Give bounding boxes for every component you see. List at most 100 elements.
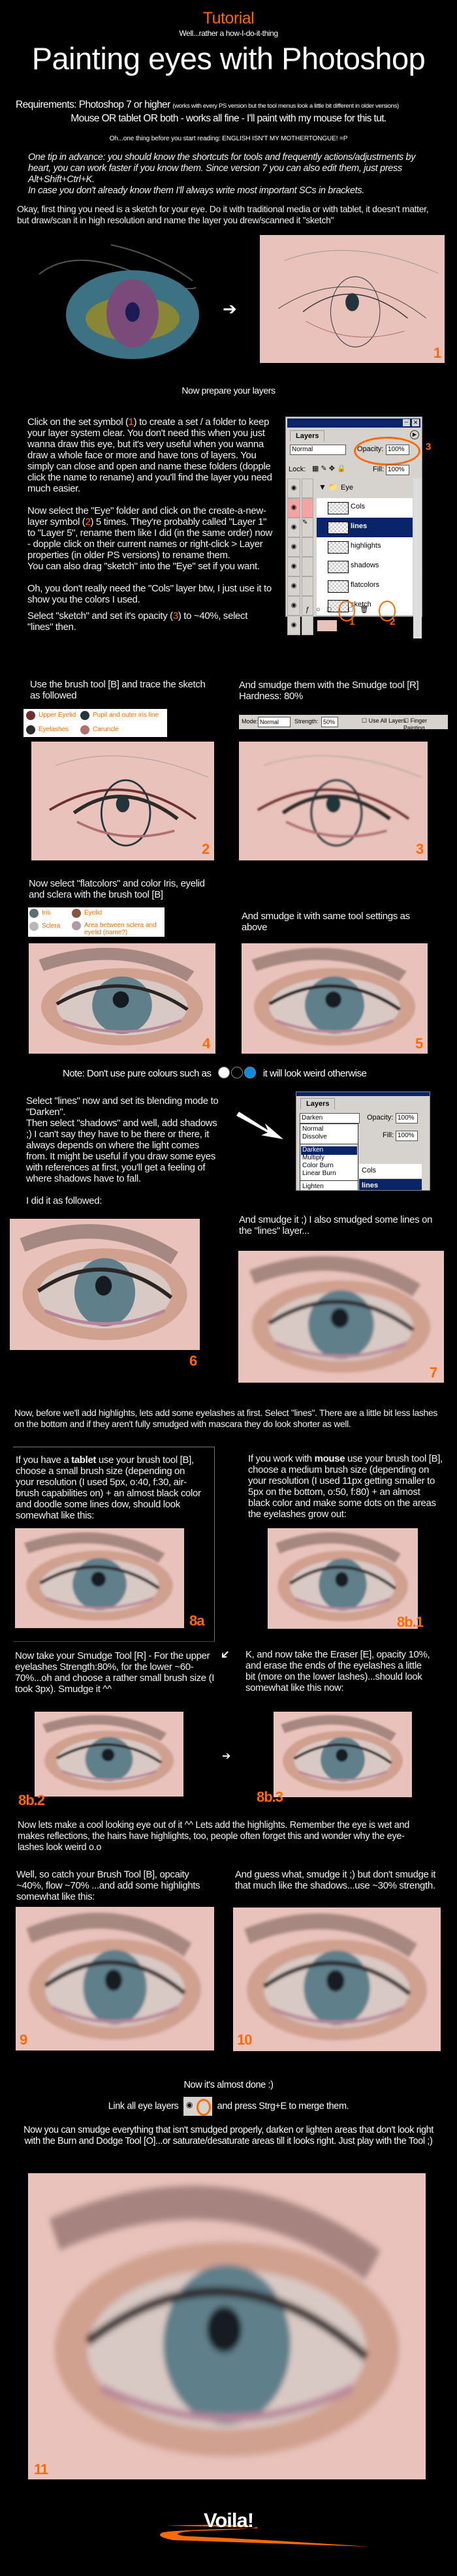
layer-name: lines <box>362 1182 379 1189</box>
layer-item[interactable]: lines <box>317 518 413 538</box>
arrow-right-icon: ➔ <box>223 299 237 319</box>
color-palette-lines: Upper Eyelid Pupil and outer iris line Eye… <box>24 709 167 737</box>
step-label: 8b.2 <box>18 1792 45 1808</box>
layer-name: Cols <box>362 1167 377 1174</box>
callout-3: 3 <box>426 441 432 452</box>
link-slot[interactable] <box>302 576 313 596</box>
step-label: 2 <box>202 841 210 857</box>
link-slot[interactable] <box>302 537 313 557</box>
layers-scrollbar[interactable] <box>413 479 422 638</box>
layer-item[interactable]: shadows <box>317 557 413 577</box>
color-swatch <box>72 909 81 918</box>
lock-icons[interactable]: ▦ ✎ ✥ 🔒 <box>312 464 346 473</box>
tutorial-tag: Tutorial <box>202 9 255 27</box>
blend-row-cols[interactable]: Cols <box>359 1164 422 1178</box>
opacity-callout-ring <box>354 437 420 465</box>
color-swatch <box>26 711 35 720</box>
layer-thumbnail <box>328 541 349 554</box>
layer-name: background <box>339 621 377 629</box>
fill-label: Fill: <box>373 465 385 473</box>
visibility-eye-icon[interactable]: ◉ <box>287 596 300 616</box>
sketch-image <box>260 235 445 363</box>
link-slot[interactable] <box>302 479 313 498</box>
visibility-eye-icon[interactable]: ◉ <box>287 557 300 576</box>
step-label: 5 <box>415 1035 423 1052</box>
eye-painting <box>26 1912 201 2040</box>
text: Select "lines" now and set its blending … <box>26 1095 219 1118</box>
layer-row-shadows[interactable]: ◉ shadows <box>286 557 422 577</box>
lock-label: Lock: <box>289 465 306 473</box>
callout-1: 1 <box>349 616 355 627</box>
note-text: Note: Don't use pure colours such as <box>63 1067 212 1079</box>
eraser-instruction: K, and now take the Eraser [E], opacity … <box>245 1649 430 1693</box>
link-slot[interactable] <box>302 557 313 576</box>
use-all-layers-checkbox[interactable]: ☐ Use All Layers <box>362 717 406 725</box>
link-instruction: Link all eye layers ◉ and press Strg+E t… <box>0 2097 457 2116</box>
link-slot[interactable] <box>302 616 313 635</box>
visibility-eye-icon[interactable]: ◉ <box>287 518 300 537</box>
layer-folder-eye[interactable]: ◉ ▼ 📁 Eye <box>286 479 413 498</box>
layer-item[interactable]: flatcolors <box>317 576 413 597</box>
voila-heading: Voila! <box>203 2509 254 2532</box>
strength-input[interactable]: 50% <box>321 717 338 727</box>
layer-name: flatcolors <box>351 581 380 589</box>
fill-input[interactable]: 100% <box>396 1131 418 1141</box>
tab-layers[interactable]: Layers <box>290 430 325 441</box>
visibility-eye-icon[interactable]: ◉ <box>287 616 300 635</box>
text: If you have a <box>16 1454 72 1466</box>
blend-mode-select[interactable]: Darken <box>300 1113 360 1123</box>
fill-label: Fill: <box>383 1131 394 1139</box>
visibility-eye-icon[interactable]: ◉ <box>287 537 300 557</box>
layer-row-highlights[interactable]: ◉ highlights <box>286 537 422 558</box>
dropdown-option[interactable]: Dissolve <box>301 1133 357 1142</box>
text: Oh, you don't really need the "Cols" lay… <box>27 583 272 605</box>
step-label: 4 <box>202 1035 210 1052</box>
layer-item[interactable]: highlights <box>317 537 413 558</box>
layer-item[interactable]: Cols <box>317 498 413 518</box>
dropdown-option[interactable]: Linear Burn <box>301 1170 357 1178</box>
layer-row-Cols[interactable]: ◉ Cols <box>286 498 422 518</box>
requirements-note: (works with every PS version but the too… <box>172 102 399 110</box>
background-thumb <box>317 620 338 632</box>
panel-titlebar <box>296 1092 430 1096</box>
layers-panel: – ✕ Layers ▶ Normal Opacity: 100% Lock: … <box>285 416 422 638</box>
finger-painting-checkbox[interactable]: ☐ Finger Painting <box>403 717 448 731</box>
link-slot[interactable]: ✎ <box>302 518 313 537</box>
flat-smudge-instruction: And smudge it with same tool settings as… <box>242 911 410 933</box>
step-label: 6 <box>189 1353 197 1369</box>
note-text: it will look weird otherwise <box>262 1067 367 1079</box>
layer-thumbnail <box>328 502 349 514</box>
blend-mode-select[interactable]: Normal <box>290 445 346 455</box>
visibility-eye-icon[interactable]: ◉ <box>287 498 300 518</box>
dropdown-option[interactable]: Lighten <box>301 1183 357 1190</box>
opacity-input[interactable]: 100% <box>396 1113 418 1123</box>
smudge-options-bar: Mode: Normal Strength: 50% ☐ Use All Lay… <box>239 715 448 731</box>
text-bold: mouse <box>314 1453 345 1464</box>
visibility-eye-icon[interactable]: ◉ <box>287 479 300 498</box>
link-slot[interactable] <box>302 498 313 518</box>
close-button[interactable]: ✕ <box>412 419 419 426</box>
blend-row-lines[interactable]: lines <box>359 1179 422 1190</box>
minimize-button[interactable]: – <box>403 419 410 426</box>
smudge-instruction: And smudge them with the Smudge tool [R]… <box>239 680 419 702</box>
visibility-eye-icon[interactable]: ◉ <box>287 576 300 596</box>
layer-name: Cols <box>351 503 366 510</box>
step-3-image <box>239 742 428 860</box>
layer-name: shadows <box>351 561 379 569</box>
requirements-label: Requirements: Photoshop 7 or higher <box>16 99 170 110</box>
fill-input[interactable]: 100% <box>386 465 409 475</box>
layer-row-lines[interactable]: ◉ ✎ lines <box>286 518 422 538</box>
text: and press Strg+E to merge them. <box>217 2101 349 2112</box>
eye-painting <box>281 1715 403 1791</box>
dropdown-separator <box>300 1180 358 1181</box>
blend-mode-dropdown[interactable]: Normal Dissolve Darken Multiply Color Burn Li… <box>300 1123 358 1190</box>
color-swatch <box>80 711 89 720</box>
step-9-image <box>16 1907 214 2050</box>
layer-row-flatcolors[interactable]: ◉ flatcolors <box>286 576 422 597</box>
layer-name: lines <box>351 522 368 530</box>
almost-done: Now it's almost done :) <box>183 2080 274 2090</box>
tab-layers[interactable]: Layers <box>300 1098 336 1109</box>
panel-menu-button[interactable]: ▶ <box>410 430 419 439</box>
flatcolors-instruction: Now select "flatcolors" and color Iris, … <box>29 878 205 900</box>
mode-select[interactable]: Normal <box>258 717 291 727</box>
